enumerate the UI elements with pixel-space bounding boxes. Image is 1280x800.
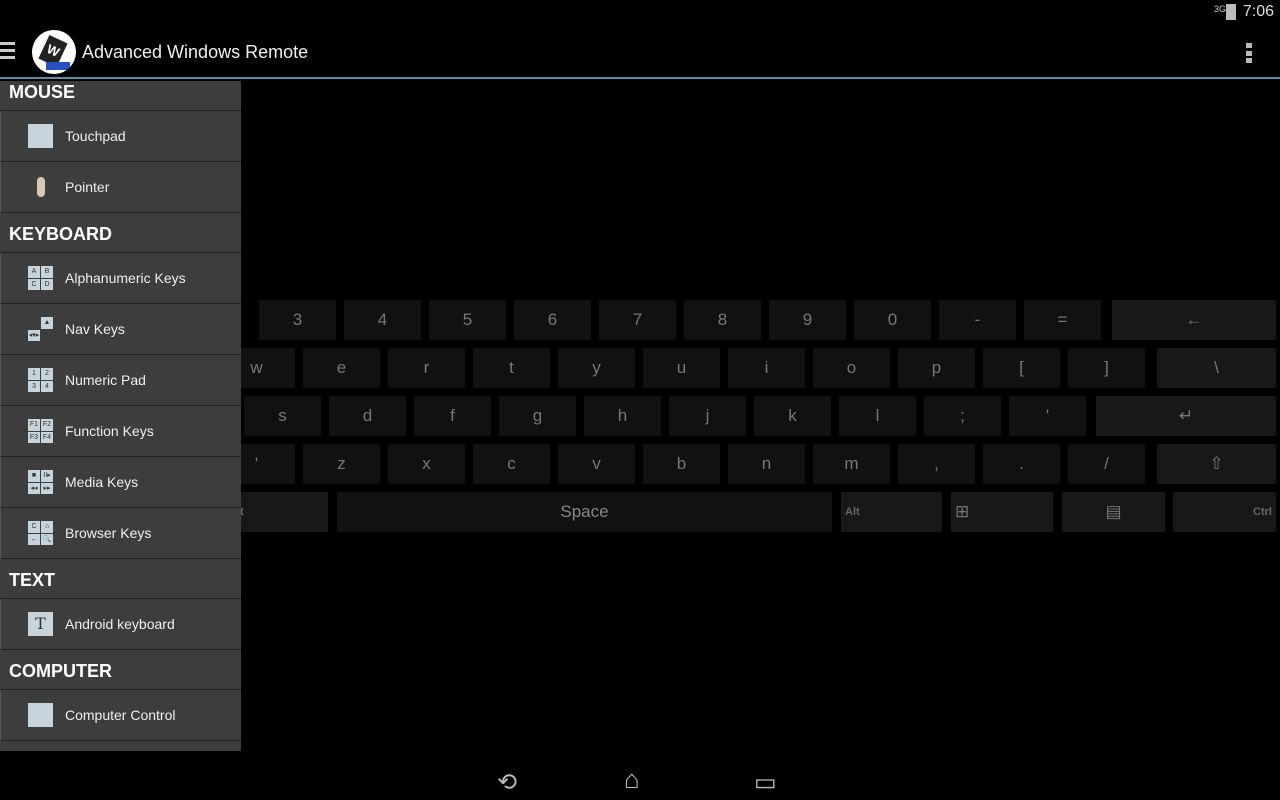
system-nav-bar: ⟲ ⌂ ▭ bbox=[0, 752, 1280, 800]
key[interactable]: [ bbox=[983, 348, 1060, 388]
key[interactable]: ; bbox=[924, 396, 1001, 436]
drawer-item-pointer[interactable]: Pointer bbox=[0, 162, 241, 213]
overflow-menu-icon[interactable] bbox=[1246, 43, 1252, 63]
recents-icon[interactable]: ▭ bbox=[754, 768, 777, 797]
battery-icon bbox=[1226, 4, 1236, 20]
key[interactable]: i bbox=[728, 348, 805, 388]
key[interactable]: u bbox=[643, 348, 720, 388]
key[interactable]: p bbox=[898, 348, 975, 388]
key[interactable]: g bbox=[499, 396, 576, 436]
nav-keys-icon: ▲ ◂▾▸ bbox=[28, 317, 53, 341]
status-bar: 3G 7:06 bbox=[0, 0, 1280, 24]
key[interactable]: b bbox=[643, 444, 720, 484]
key[interactable]: z bbox=[303, 444, 380, 484]
drawer-item-label: Media Keys bbox=[65, 474, 139, 490]
drawer-item-alphanumeric-keys[interactable]: A B C D Alphanumeric Keys bbox=[0, 253, 241, 304]
key[interactable]: y bbox=[558, 348, 635, 388]
key[interactable]: n bbox=[728, 444, 805, 484]
numeric-pad-icon: 1234 bbox=[28, 368, 53, 392]
app-title: Advanced Windows Remote bbox=[82, 42, 309, 62]
drawer-item-label: Pointer bbox=[65, 179, 110, 195]
drawer-item-nav-keys[interactable]: ▲ ◂▾▸ Nav Keys bbox=[0, 304, 241, 355]
key[interactable]: ] bbox=[1068, 348, 1145, 388]
key[interactable]: . bbox=[983, 444, 1060, 484]
key[interactable]: h bbox=[584, 396, 661, 436]
drawer-item-computer-control[interactable]: Computer Control bbox=[0, 690, 241, 741]
shift-key[interactable]: ⇧ bbox=[1157, 444, 1276, 484]
backspace-key[interactable]: ← bbox=[1112, 300, 1276, 340]
drawer-item-label: Touchpad bbox=[65, 128, 126, 144]
key[interactable]: 7 bbox=[599, 300, 676, 340]
key[interactable]: l bbox=[839, 396, 916, 436]
key[interactable]: v bbox=[558, 444, 635, 484]
key[interactable]: c bbox=[473, 444, 550, 484]
key[interactable]: j bbox=[669, 396, 746, 436]
section-header: TEXT bbox=[0, 559, 241, 599]
drawer-item-function-keys[interactable]: F1 F2 F3 F4 Function Keys bbox=[0, 406, 241, 457]
key[interactable]: 9 bbox=[769, 300, 846, 340]
key[interactable]: ' bbox=[1009, 396, 1086, 436]
key[interactable]: s bbox=[244, 396, 321, 436]
drawer-item-label: Alphanumeric Keys bbox=[65, 270, 186, 286]
section-header: COMPUTER bbox=[0, 650, 241, 690]
ctrl-key[interactable]: Ctrl bbox=[1173, 492, 1276, 532]
drawer-item-android-keyboard[interactable]: T Android keyboard bbox=[0, 599, 241, 650]
function-keys-icon: F1 F2 F3 F4 bbox=[28, 419, 53, 443]
back-icon[interactable]: ⟲ bbox=[497, 768, 517, 797]
key[interactable]: 4 bbox=[344, 300, 421, 340]
drawer-item-numeric-pad[interactable]: 1 2 3 4 Numeric Pad bbox=[0, 355, 241, 406]
home-icon[interactable]: ⌂ bbox=[624, 764, 640, 795]
drawer-item-label: Computer Control bbox=[65, 707, 176, 723]
drawer-item-label: Function Keys bbox=[65, 423, 154, 439]
media-keys-icon: ■ II▸ ◂◂ ▸▸ bbox=[28, 470, 53, 494]
browser-keys-icon: C ⌂ ← 🔍 bbox=[28, 521, 53, 545]
app-logo[interactable]: W bbox=[32, 30, 76, 74]
clock: 7:06 bbox=[1242, 3, 1274, 20]
drawer-item-label: Numeric Pad bbox=[65, 372, 146, 388]
drawer-menu-icon[interactable] bbox=[0, 42, 15, 60]
key[interactable]: f bbox=[414, 396, 491, 436]
section-header: MOUSE bbox=[0, 81, 241, 111]
drawer-item-label: Nav Keys bbox=[65, 321, 125, 337]
touchpad-icon bbox=[28, 124, 53, 148]
context-menu-key[interactable]: ▤ bbox=[1062, 492, 1165, 532]
drawer-item-touchpad[interactable]: Touchpad bbox=[0, 111, 241, 162]
key[interactable]: = bbox=[1024, 300, 1101, 340]
computer-icon bbox=[28, 703, 53, 727]
key[interactable]: 8 bbox=[684, 300, 761, 340]
text-t-icon: T bbox=[28, 612, 53, 636]
space-key[interactable]: Space bbox=[337, 492, 832, 532]
key[interactable]: r bbox=[388, 348, 465, 388]
signal-icon: 3G bbox=[1213, 4, 1226, 14]
windows-key[interactable]: ⊞ bbox=[951, 492, 1053, 532]
drawer-item-browser-keys[interactable]: C ⌂ ← 🔍 Browser Keys bbox=[0, 508, 241, 559]
backslash-key[interactable]: \ bbox=[1157, 348, 1276, 388]
key[interactable]: x bbox=[388, 444, 465, 484]
key[interactable]: d bbox=[329, 396, 406, 436]
key[interactable]: , bbox=[898, 444, 975, 484]
drawer-item-label: Android keyboard bbox=[65, 616, 175, 632]
key[interactable]: k bbox=[754, 396, 831, 436]
alphanumeric-icon: ABCD bbox=[28, 266, 53, 290]
key[interactable]: 5 bbox=[429, 300, 506, 340]
action-bar: W Advanced Windows Remote bbox=[0, 24, 1280, 79]
key[interactable]: o bbox=[813, 348, 890, 388]
key[interactable]: 3 bbox=[259, 300, 336, 340]
alt-key[interactable]: Alt bbox=[841, 492, 942, 532]
drawer-item-media-keys[interactable]: ■ II▸ ◂◂ ▸▸ Media Keys bbox=[0, 457, 241, 508]
navigation-drawer: MOUSE Touchpad Pointer KEYBOARD A B C D Alphanum… bbox=[0, 81, 241, 751]
key[interactable]: / bbox=[1068, 444, 1145, 484]
drawer-item-label: Browser Keys bbox=[65, 525, 152, 541]
pointer-icon bbox=[28, 175, 53, 199]
key[interactable]: t bbox=[473, 348, 550, 388]
enter-key[interactable]: ↵ bbox=[1096, 396, 1276, 436]
key[interactable]: - bbox=[939, 300, 1016, 340]
section-header: KEYBOARD bbox=[0, 213, 241, 253]
key[interactable]: 6 bbox=[514, 300, 591, 340]
key[interactable]: m bbox=[813, 444, 890, 484]
key[interactable]: 0 bbox=[854, 300, 931, 340]
key[interactable]: e bbox=[303, 348, 380, 388]
